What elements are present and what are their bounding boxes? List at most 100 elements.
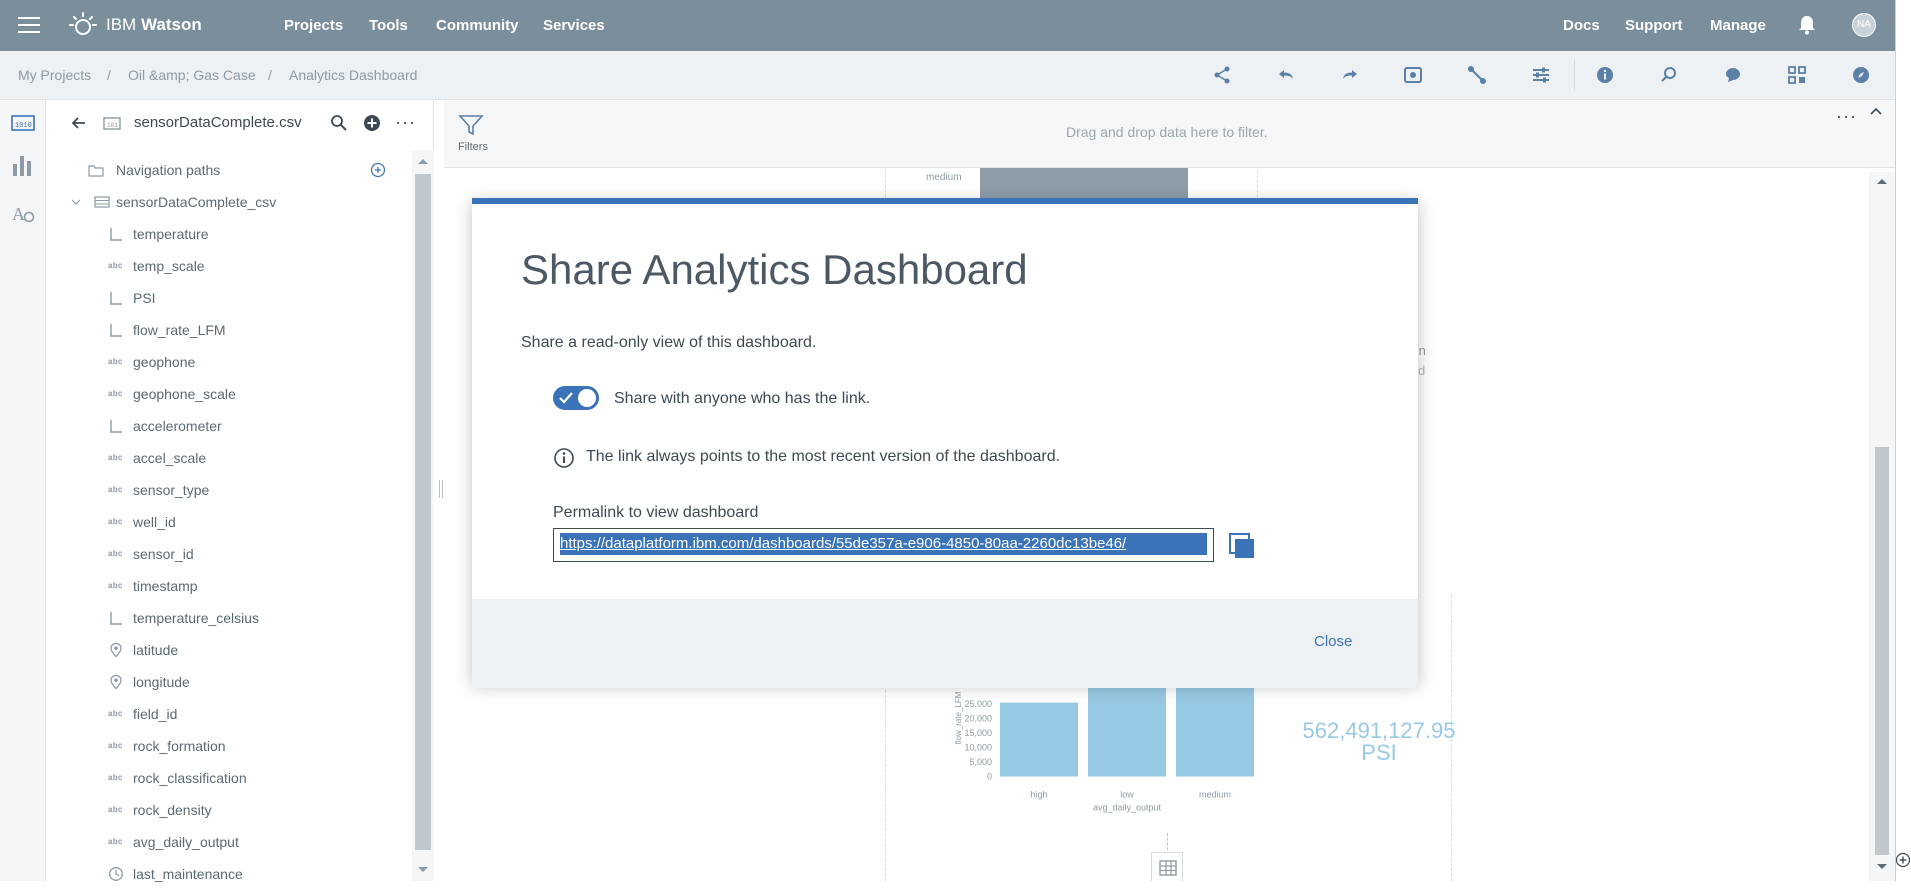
field-label: accelerometer xyxy=(133,418,222,434)
field-item[interactable]: latitude xyxy=(46,636,406,664)
bar-low[interactable] xyxy=(1088,686,1166,777)
field-item[interactable]: last_maintenance xyxy=(46,860,406,888)
flow-rate-bar-chart[interactable]: 25,000 20,000 15,000 10,000 5,000 0 high low med… xyxy=(904,680,1304,820)
y-tick-label: 0 xyxy=(987,772,992,782)
bg-bar xyxy=(980,168,1188,198)
field-item[interactable]: temperature xyxy=(46,220,406,248)
bg-category-label: medium xyxy=(926,172,962,183)
text-type-icon: abc xyxy=(108,805,123,814)
text-type-icon: abc xyxy=(108,261,123,270)
scroll-up-icon[interactable] xyxy=(417,156,429,166)
canvas-scrollbar-thumb[interactable] xyxy=(1875,447,1889,855)
field-item[interactable]: abc temp_scale xyxy=(46,252,406,280)
canvas-scrollbar[interactable] xyxy=(1869,172,1895,881)
brand-name[interactable]: IBM Watson xyxy=(106,15,202,35)
scroll-down-icon[interactable] xyxy=(1876,862,1888,872)
panel-scrollbar-thumb[interactable] xyxy=(415,174,431,850)
field-label: latitude xyxy=(133,642,179,658)
breadcrumb-my-projects[interactable]: My Projects xyxy=(18,67,91,83)
nav-tools[interactable]: Tools xyxy=(369,17,408,34)
properties-sliders-icon[interactable] xyxy=(1530,64,1552,86)
panel-scrollbar[interactable] xyxy=(412,150,434,881)
field-label: geophone xyxy=(133,354,196,370)
filter-drop-zone[interactable]: Drag and drop data here to filter. xyxy=(1066,124,1268,140)
field-item[interactable]: abc rock_classification xyxy=(46,764,406,792)
bar-medium[interactable] xyxy=(1176,686,1254,777)
add-source-icon[interactable] xyxy=(361,112,383,134)
scroll-down-icon[interactable] xyxy=(417,865,429,875)
field-item[interactable]: abc sensor_id xyxy=(46,540,406,568)
share-link-toggle[interactable] xyxy=(553,386,599,410)
nav-support[interactable]: Support xyxy=(1625,17,1683,34)
navigate-compass-icon[interactable] xyxy=(1850,64,1872,86)
table-toggle-button[interactable] xyxy=(1151,852,1183,881)
undo-icon[interactable] xyxy=(1275,64,1297,86)
chevron-down-icon xyxy=(71,199,81,205)
measure-type-icon xyxy=(110,612,122,625)
field-item[interactable]: abc field_id xyxy=(46,700,406,728)
nav-services[interactable]: Services xyxy=(543,17,605,34)
bar-high[interactable] xyxy=(1000,702,1078,777)
y-axis-label: flow_rate_LFM xyxy=(954,691,963,744)
field-item[interactable]: abc rock_formation xyxy=(46,732,406,760)
scroll-up-icon[interactable] xyxy=(1876,176,1888,186)
field-item[interactable]: abc rock_density xyxy=(46,796,406,824)
filters-label[interactable]: Filters xyxy=(458,141,488,153)
field-item[interactable]: abc well_id xyxy=(46,508,406,536)
field-item[interactable]: longitude xyxy=(46,668,406,696)
user-avatar[interactable]: NA xyxy=(1852,13,1876,37)
nav-community[interactable]: Community xyxy=(436,17,519,34)
field-item[interactable]: abc timestamp xyxy=(46,572,406,600)
permalink-text[interactable]: https://dataplatform.ibm.com/dashboards/… xyxy=(560,533,1207,555)
breadcrumb-project[interactable]: Oil &amp; Gas Case xyxy=(128,67,256,83)
permalink-field[interactable]: https://dataplatform.ibm.com/dashboards/… xyxy=(553,528,1214,562)
info-icon[interactable] xyxy=(1594,64,1616,86)
close-button[interactable]: Close xyxy=(1314,633,1352,650)
notification-bell-icon[interactable] xyxy=(1798,15,1816,35)
grid-view-icon[interactable] xyxy=(1786,64,1808,86)
field-item[interactable]: abc sensor_type xyxy=(46,476,406,504)
search-icon[interactable] xyxy=(328,112,350,134)
info-text: The link always points to the most recen… xyxy=(586,448,1061,465)
copy-icon[interactable] xyxy=(1228,532,1256,560)
field-item[interactable]: temperature_celsius xyxy=(46,604,406,632)
hamburger-menu-icon[interactable] xyxy=(18,17,40,34)
connect-icon[interactable] xyxy=(1466,64,1488,86)
share-icon[interactable] xyxy=(1211,64,1233,86)
x-axis-label: avg_daily_output xyxy=(1093,803,1162,813)
search-explore-icon[interactable] xyxy=(1658,64,1680,86)
kpi-unit: PSI xyxy=(1361,740,1397,765)
redo-icon[interactable] xyxy=(1339,64,1361,86)
field-item[interactable]: flow_rate_LFM xyxy=(46,316,406,344)
text-widget-icon[interactable]: A xyxy=(9,199,37,227)
breadcrumb-separator: / xyxy=(107,67,111,83)
nav-docs[interactable]: Docs xyxy=(1563,17,1600,34)
field-label: accel_scale xyxy=(133,450,207,466)
clock-icon xyxy=(109,867,123,881)
nav-manage[interactable]: Manage xyxy=(1710,17,1766,34)
visualizations-icon[interactable] xyxy=(9,152,37,180)
screenshot-icon[interactable] xyxy=(1402,64,1424,86)
field-item[interactable]: PSI xyxy=(46,284,406,312)
data-sources-icon[interactable]: 1010 xyxy=(9,109,37,137)
panel-resize-handle[interactable] xyxy=(439,480,443,498)
nav-projects[interactable]: Projects xyxy=(284,17,343,34)
assistant-icon[interactable] xyxy=(1722,64,1744,86)
field-item[interactable]: abc accel_scale xyxy=(46,444,406,472)
field-item[interactable]: accelerometer xyxy=(46,412,406,440)
canvas-more-icon[interactable]: ··· xyxy=(1836,106,1857,127)
field-item[interactable]: abc geophone xyxy=(46,348,406,376)
more-options-icon[interactable]: ··· xyxy=(395,112,416,133)
navigation-paths-item[interactable]: Navigation paths xyxy=(46,156,406,184)
field-item[interactable]: abc avg_daily_output xyxy=(46,828,406,856)
x-tick-label: medium xyxy=(1199,790,1231,800)
collapse-chevron-icon[interactable] xyxy=(1868,104,1884,120)
text-type-icon: abc xyxy=(108,773,123,782)
field-item[interactable]: abc geophone_scale xyxy=(46,380,406,408)
zoom-in-icon[interactable] xyxy=(1895,852,1911,868)
back-arrow-icon[interactable] xyxy=(68,112,90,134)
y-tick-label: 15,000 xyxy=(964,728,992,738)
table-node[interactable]: sensorDataComplete_csv xyxy=(46,188,406,216)
filter-funnel-icon[interactable] xyxy=(458,112,484,138)
field-label: timestamp xyxy=(133,578,198,594)
